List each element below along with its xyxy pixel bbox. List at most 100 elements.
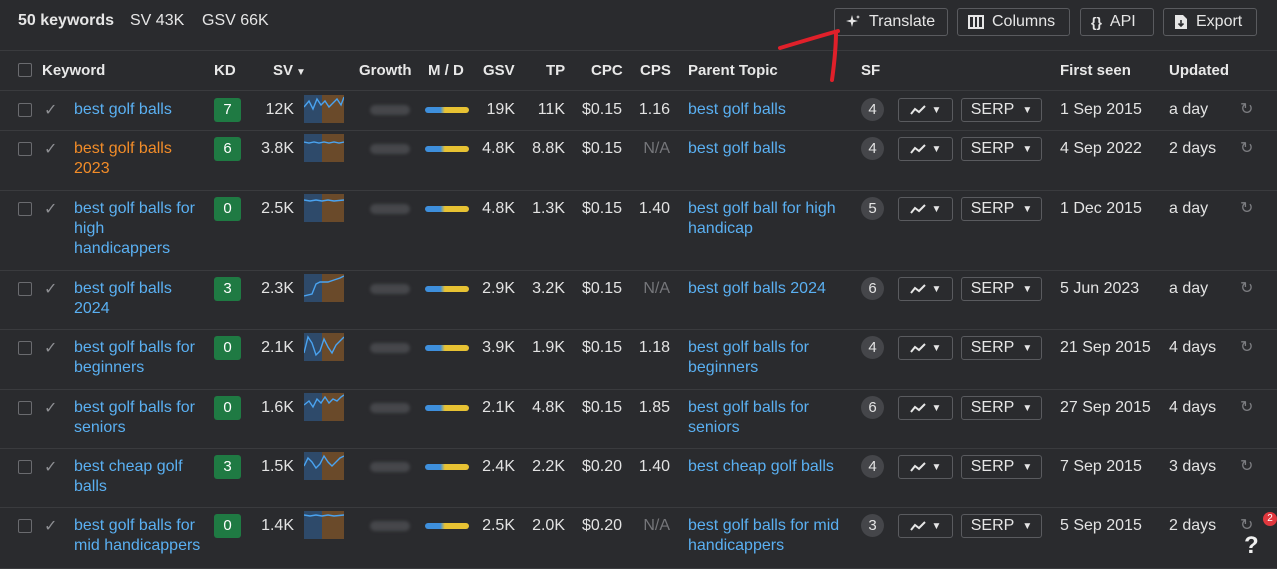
keyword-link[interactable]: best golf balls for mid handicappers bbox=[74, 516, 204, 556]
serp-dropdown[interactable]: SERP ▼ bbox=[961, 455, 1042, 479]
sf-count[interactable]: 4 bbox=[861, 137, 884, 160]
trend-sparkline[interactable] bbox=[304, 393, 344, 421]
select-all-checkbox[interactable] bbox=[18, 63, 32, 77]
sf-count[interactable]: 4 bbox=[861, 336, 884, 359]
trend-dropdown[interactable]: ▼ bbox=[898, 197, 953, 221]
col-sf[interactable]: SF bbox=[861, 62, 880, 79]
sf-count[interactable]: 6 bbox=[861, 396, 884, 419]
trend-dropdown[interactable]: ▼ bbox=[898, 137, 953, 161]
col-growth[interactable]: Growth bbox=[359, 62, 412, 79]
sf-count[interactable]: 4 bbox=[861, 98, 884, 121]
sf-count[interactable]: 5 bbox=[861, 197, 884, 220]
row-checkbox[interactable] bbox=[18, 282, 32, 296]
col-tp[interactable]: TP bbox=[546, 62, 565, 79]
row-checkbox[interactable] bbox=[18, 519, 32, 533]
row-checkbox[interactable] bbox=[18, 341, 32, 355]
trend-dropdown[interactable]: ▼ bbox=[898, 396, 953, 420]
col-cpc[interactable]: CPC bbox=[591, 62, 623, 79]
trend-icon bbox=[909, 462, 926, 472]
first-seen-date: 7 Sep 2015 bbox=[1060, 458, 1142, 475]
refresh-icon[interactable]: ↻ bbox=[1240, 201, 1253, 217]
trend-sparkline[interactable] bbox=[304, 333, 344, 361]
trend-dropdown[interactable]: ▼ bbox=[898, 336, 953, 360]
chevron-down-icon: ▼ bbox=[931, 520, 942, 532]
keyword-link[interactable]: best cheap golf balls bbox=[74, 457, 204, 497]
col-kd[interactable]: KD bbox=[214, 62, 236, 79]
download-icon bbox=[1174, 14, 1188, 30]
trend-dropdown[interactable]: ▼ bbox=[898, 277, 953, 301]
export-button[interactable]: Export bbox=[1163, 8, 1257, 36]
col-updated[interactable]: Updated bbox=[1169, 62, 1229, 79]
parent-topic-link[interactable]: best golf ball for high handicap bbox=[688, 199, 846, 239]
help-button[interactable]: ? bbox=[1244, 532, 1259, 560]
serp-dropdown[interactable]: SERP ▼ bbox=[961, 396, 1042, 420]
chevron-down-icon: ▼ bbox=[1022, 402, 1033, 414]
sf-count[interactable]: 4 bbox=[861, 455, 884, 478]
trend-sparkline[interactable] bbox=[304, 194, 344, 222]
serp-label: SERP bbox=[970, 458, 1015, 475]
trend-sparkline[interactable] bbox=[304, 452, 344, 480]
refresh-icon[interactable]: ↻ bbox=[1240, 281, 1253, 297]
trend-dropdown[interactable]: ▼ bbox=[898, 455, 953, 479]
table-row: ✓ best golf balls for mid handicappers 0… bbox=[0, 507, 1277, 569]
row-checkbox[interactable] bbox=[18, 401, 32, 415]
trend-sparkline[interactable] bbox=[304, 274, 344, 302]
col-keyword[interactable]: Keyword bbox=[42, 62, 105, 79]
row-checkbox[interactable] bbox=[18, 142, 32, 156]
serp-dropdown[interactable]: SERP ▼ bbox=[961, 514, 1042, 538]
table-row: ✓ best golf balls 2024 3 2.3K 2.9K 3.2K … bbox=[0, 270, 1277, 330]
keyword-link[interactable]: best golf balls for beginners bbox=[74, 338, 204, 378]
serp-dropdown[interactable]: SERP ▼ bbox=[961, 98, 1042, 122]
row-checkbox[interactable] bbox=[18, 202, 32, 216]
parent-topic-link[interactable]: best golf balls for beginners bbox=[688, 338, 846, 378]
trend-sparkline[interactable] bbox=[304, 511, 344, 539]
total-sv: SV 43K bbox=[130, 12, 185, 29]
refresh-icon[interactable]: ↻ bbox=[1240, 141, 1253, 157]
cpc-value: $0.15 bbox=[581, 339, 622, 356]
trend-sparkline[interactable] bbox=[304, 95, 344, 123]
serp-dropdown[interactable]: SERP ▼ bbox=[961, 277, 1042, 301]
serp-dropdown[interactable]: SERP ▼ bbox=[961, 197, 1042, 221]
refresh-icon[interactable]: ↻ bbox=[1240, 459, 1253, 475]
columns-button[interactable]: Columns bbox=[957, 8, 1070, 36]
trend-dropdown[interactable]: ▼ bbox=[898, 98, 953, 122]
api-button[interactable]: {} API bbox=[1080, 8, 1154, 36]
trend-icon bbox=[909, 403, 926, 413]
keyword-link[interactable]: best golf balls bbox=[74, 100, 204, 120]
serp-dropdown[interactable]: SERP ▼ bbox=[961, 137, 1042, 161]
col-gsv[interactable]: GSV bbox=[483, 62, 515, 79]
parent-topic-link[interactable]: best golf balls 2024 bbox=[688, 279, 846, 299]
parent-topic-link[interactable]: best golf balls bbox=[688, 139, 846, 159]
parent-topic-link[interactable]: best golf balls bbox=[688, 100, 846, 120]
parent-topic-link[interactable]: best cheap golf balls bbox=[688, 457, 846, 477]
col-first-seen[interactable]: First seen bbox=[1060, 62, 1131, 79]
kd-badge: 0 bbox=[214, 197, 241, 221]
refresh-icon[interactable]: ↻ bbox=[1240, 400, 1253, 416]
keyword-link[interactable]: best golf balls for high handicappers bbox=[74, 199, 204, 259]
trend-sparkline[interactable] bbox=[304, 134, 344, 162]
row-checkbox[interactable] bbox=[18, 103, 32, 117]
keyword-link[interactable]: best golf balls for seniors bbox=[74, 398, 204, 438]
col-sv[interactable]: SV ▼ bbox=[273, 62, 306, 79]
md-bar bbox=[425, 146, 469, 152]
sv-value: 2.5K bbox=[261, 200, 294, 217]
trend-dropdown[interactable]: ▼ bbox=[898, 514, 953, 538]
refresh-icon[interactable]: ↻ bbox=[1240, 102, 1253, 118]
sf-count[interactable]: 6 bbox=[861, 277, 884, 300]
refresh-icon[interactable]: ↻ bbox=[1240, 340, 1253, 356]
parent-topic-link[interactable]: best golf balls for mid handicappers bbox=[688, 516, 846, 556]
chevron-down-icon: ▼ bbox=[931, 342, 942, 354]
parent-topic-link[interactable]: best golf balls for seniors bbox=[688, 398, 846, 438]
col-md[interactable]: M / D bbox=[428, 62, 464, 79]
keyword-link[interactable]: best golf balls 2023 bbox=[74, 139, 204, 179]
trend-icon bbox=[909, 144, 926, 154]
col-cps[interactable]: CPS bbox=[640, 62, 671, 79]
notification-badge[interactable]: 2 bbox=[1263, 512, 1277, 526]
sf-count[interactable]: 3 bbox=[861, 514, 884, 537]
serp-dropdown[interactable]: SERP ▼ bbox=[961, 336, 1042, 360]
keyword-link[interactable]: best golf balls 2024 bbox=[74, 279, 204, 319]
row-checkbox[interactable] bbox=[18, 460, 32, 474]
kd-badge: 3 bbox=[214, 455, 241, 479]
cps-value: 1.40 bbox=[638, 458, 670, 475]
cps-value: N/A bbox=[643, 517, 670, 534]
